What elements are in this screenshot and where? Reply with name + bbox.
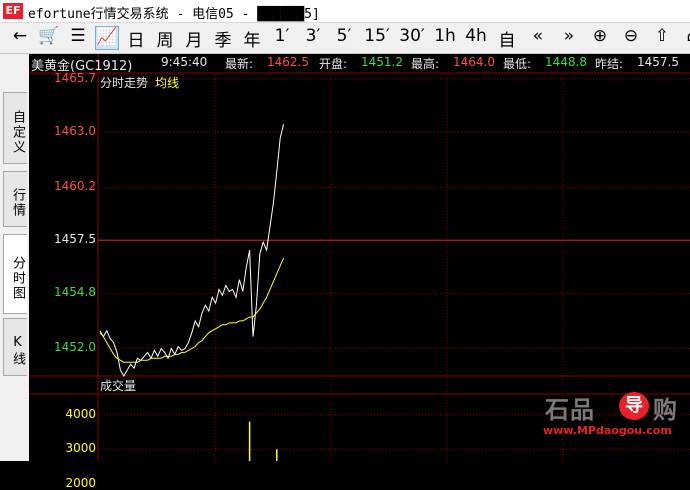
toolbar-month-button[interactable]: 月: [182, 26, 206, 51]
price-tick-label: 1452.0: [54, 340, 96, 355]
high-value: 1464.0: [453, 55, 495, 69]
toolbar-3min-button[interactable]: 3′: [300, 26, 326, 50]
volume-label: 成交量: [100, 379, 137, 393]
toolbar-cart-icon[interactable]: 🛒: [37, 26, 61, 50]
price-tick-label: 1457.5: [54, 232, 96, 247]
prev-close-label: 昨结:: [595, 57, 624, 71]
toolbar-5min-button[interactable]: 5′: [331, 26, 357, 50]
quote-time: 9:45:40: [161, 55, 208, 69]
intraday-label: 分时走势: [100, 76, 149, 90]
watermark-suffix: 购: [653, 396, 677, 424]
left-tab-bar: 自定义行情分时图 K线: [0, 54, 30, 461]
title-bar: EF efortune行情交易系统 - 电信05 - ██████5]: [0, 0, 690, 23]
low-value: 1448.8: [545, 55, 587, 69]
toolbar-week-button[interactable]: 周: [153, 26, 177, 51]
watermark-brand: 石品: [545, 396, 595, 424]
price-tick-label: 1463.0: [54, 124, 96, 139]
avg-line-label: 均线: [155, 76, 180, 90]
high-label: 最高:: [411, 57, 440, 71]
toolbar-4h-button[interactable]: 4h: [463, 26, 489, 50]
toolbar-1min-button[interactable]: 1′: [269, 26, 295, 50]
toolbar-zoom-out-icon[interactable]: ⊖: [618, 26, 644, 50]
toolbar-prev-icon[interactable]: «: [525, 26, 551, 50]
toolbar: ←🛒☰📈日周月季年1′3′5′15′30′1h4h自«»⊕⊖⇧⌂: [0, 23, 690, 54]
open-label: 开盘:: [319, 57, 348, 71]
price-tick-label: 1465.7: [54, 70, 96, 85]
tab-quotes[interactable]: 行情: [3, 171, 27, 227]
toolbar-season-button[interactable]: 季: [211, 26, 235, 51]
watermark: 石品 导 购 www.MPdaogou.com: [515, 390, 690, 450]
price-tick-label: 1454.8: [54, 285, 96, 300]
watermark-url: www.MPdaogou.com: [543, 424, 672, 437]
price-line: [99, 124, 285, 378]
toolbar-back-icon[interactable]: ←: [8, 26, 32, 50]
price-tick-label: 1460.2: [54, 179, 96, 194]
app-logo-icon: EF: [3, 3, 23, 19]
toolbar-up-icon[interactable]: ⇧: [649, 26, 675, 50]
toolbar-next-icon[interactable]: »: [556, 26, 582, 50]
latest-value: 1462.5: [267, 55, 309, 69]
toolbar-day-button[interactable]: 日: [124, 26, 148, 51]
tab-custom[interactable]: 自定义: [3, 92, 27, 164]
toolbar-15min-button[interactable]: 15′: [362, 26, 392, 50]
toolbar-year-button[interactable]: 年: [240, 26, 264, 51]
volume-tick-label: 3000: [65, 441, 96, 456]
tab-kline[interactable]: K线: [3, 318, 27, 376]
open-value: 1451.2: [361, 55, 403, 69]
toolbar-zoom-in-icon[interactable]: ⊕: [587, 26, 613, 50]
low-label: 最低:: [503, 57, 532, 71]
latest-label: 最新:: [225, 57, 254, 71]
volume-tick-label: 2000: [65, 475, 96, 490]
prev-close-value: 1457.5: [637, 55, 679, 69]
tab-intraday[interactable]: 分时图: [3, 234, 27, 314]
toolbar-1h-button[interactable]: 1h: [432, 26, 458, 50]
toolbar-trend-icon[interactable]: 📈: [95, 26, 119, 50]
watermark-logo-icon: 导: [619, 392, 649, 420]
toolbar-30min-button[interactable]: 30′: [397, 26, 427, 50]
toolbar-more-icon[interactable]: ⌂: [680, 26, 690, 50]
window-title: efortune行情交易系统 - 电信05 - ██████5]: [28, 7, 320, 22]
volume-tick-label: 4000: [65, 406, 96, 421]
toolbar-custom-button[interactable]: 自: [494, 26, 520, 51]
toolbar-list-icon[interactable]: ☰: [66, 26, 90, 50]
